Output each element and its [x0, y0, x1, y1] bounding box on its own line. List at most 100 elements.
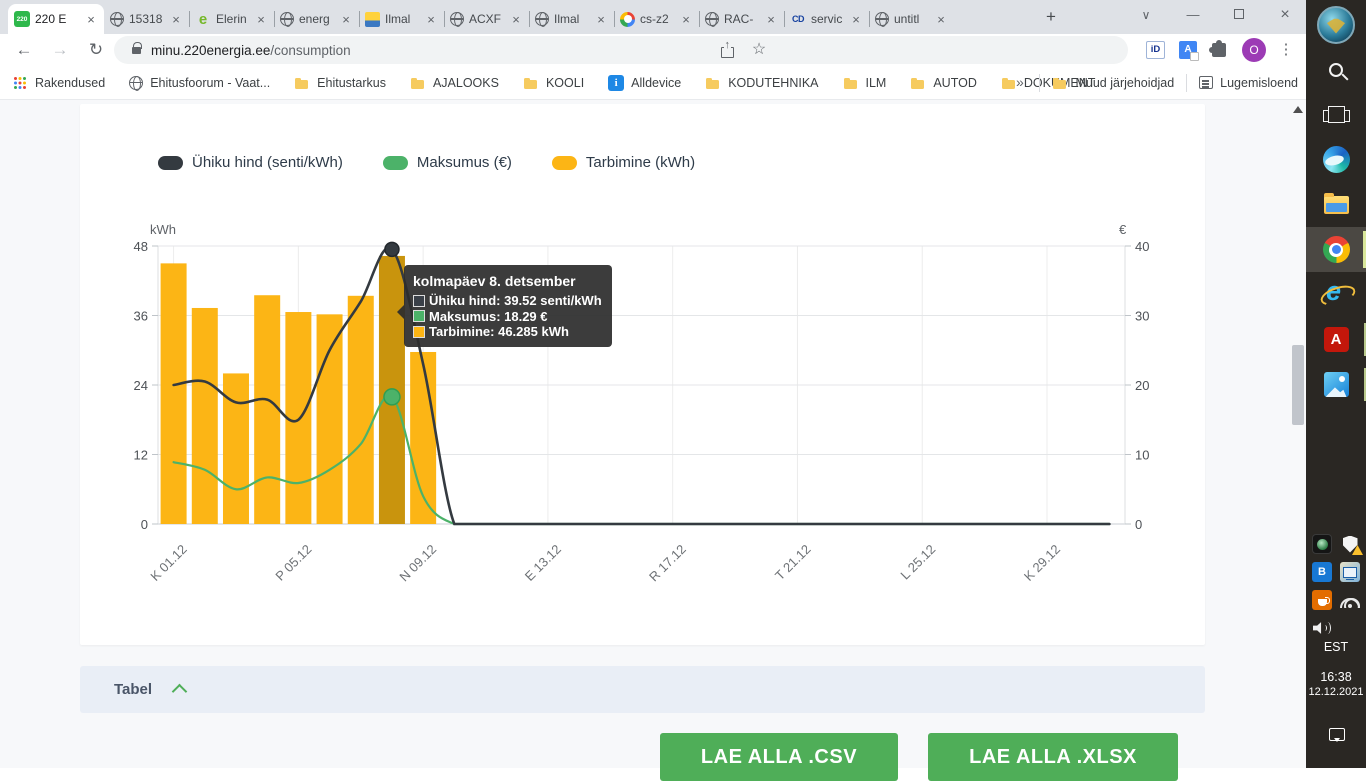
bookmark-item[interactable]: ILM	[843, 75, 887, 91]
legend-item[interactable]: Ühiku hind (senti/kWh)	[158, 154, 343, 171]
tab-search-chevron-icon[interactable]: ∨	[1132, 0, 1160, 32]
browser-tab[interactable]: CD servic ×	[784, 4, 869, 34]
tooltip-row: Tarbimine: 46.285 kWh	[413, 324, 602, 340]
defender-icon[interactable]	[1340, 534, 1360, 554]
page-scrollbar[interactable]	[1290, 100, 1306, 768]
bookmark-icon	[12, 75, 28, 91]
tooltip-rows: Ühiku hind: 39.52 senti/kWh Maksumus: 18…	[413, 293, 602, 340]
file-explorer-icon[interactable]	[1306, 182, 1366, 227]
tab-close-icon[interactable]: ×	[254, 12, 268, 27]
taskbar-search-icon[interactable]	[1306, 47, 1366, 92]
system-tray: B	[1308, 534, 1364, 638]
bookmark-label: Rakendused	[35, 76, 105, 90]
window-close-button[interactable]: ×	[1271, 0, 1299, 32]
bookmark-item[interactable]: KOOLI	[523, 75, 584, 91]
browser-tab[interactable]: 220 220 E ×	[8, 4, 104, 34]
volume-icon[interactable]	[1312, 618, 1332, 638]
window-minimize-button[interactable]: —	[1179, 0, 1207, 32]
edge-icon[interactable]	[1306, 137, 1366, 182]
browser-tab[interactable]: RAC- ×	[699, 4, 784, 34]
chrome-icon[interactable]	[1306, 227, 1366, 272]
tab-close-icon[interactable]: ×	[84, 12, 98, 27]
svg-text:48: 48	[134, 239, 148, 254]
browser-tab[interactable]: cs-z2 ×	[614, 4, 699, 34]
bookmark-item[interactable]: Ehitustarkus	[294, 75, 386, 91]
bookmark-icon	[705, 75, 721, 91]
legend-item[interactable]: Maksumus (€)	[383, 154, 512, 171]
remote-desktop-icon[interactable]	[1340, 562, 1360, 582]
folder-icon	[1052, 75, 1068, 91]
java-icon[interactable]	[1312, 590, 1332, 610]
chevron-up-icon[interactable]	[172, 684, 188, 700]
browser-tab[interactable]: Ilmal ×	[359, 4, 444, 34]
action-center-icon[interactable]	[1329, 728, 1345, 741]
back-button[interactable]: ←	[10, 36, 38, 64]
tab-close-icon[interactable]: ×	[934, 12, 948, 27]
page-content: Ühiku hind (senti/kWh) Maksumus (€) Tarb…	[0, 100, 1290, 768]
browser-tab[interactable]: Ilmal ×	[529, 4, 614, 34]
forward-button[interactable]: →	[46, 36, 74, 64]
browser-tab[interactable]: untitl ×	[869, 4, 954, 34]
bookmark-item[interactable]: i Alldevice	[608, 75, 681, 91]
browser-menu-icon[interactable]: ⋮	[1276, 38, 1296, 62]
bookmark-item[interactable]: KODUTEHNIKA	[705, 75, 818, 91]
svg-text:24: 24	[134, 378, 148, 393]
tab-close-icon[interactable]: ×	[169, 12, 183, 27]
tab-close-icon[interactable]: ×	[509, 12, 523, 27]
lock-icon[interactable]	[132, 47, 141, 54]
wifi-icon[interactable]	[1340, 595, 1360, 608]
bookmark-star-icon[interactable]: ☆	[750, 41, 768, 59]
reading-list-button[interactable]: Lugemisloend	[1199, 76, 1298, 90]
address-bar[interactable]: minu.220energia.ee /consumption ☆	[114, 36, 1128, 64]
svg-text:40: 40	[1135, 239, 1149, 254]
taskbar-clock[interactable]: 16:38 12.12.2021	[1306, 670, 1366, 698]
table-section-header[interactable]: Tabel	[80, 666, 1205, 713]
download-button[interactable]: LAE ALLA .CSV	[660, 733, 898, 781]
browser-tab[interactable]: ACXF ×	[444, 4, 529, 34]
bookmark-item[interactable]: AJALOOKS	[410, 75, 499, 91]
extensions-puzzle-icon[interactable]	[1212, 43, 1226, 57]
browser-tab[interactable]: energ ×	[274, 4, 359, 34]
bookmark-item[interactable]: Rakendused	[12, 75, 105, 91]
new-tab-button[interactable]: +	[1038, 5, 1064, 31]
scrollbar-up-arrow[interactable]	[1293, 106, 1303, 113]
download-button[interactable]: LAE ALLA .XLSX	[928, 733, 1178, 781]
tab-close-icon[interactable]: ×	[339, 12, 353, 27]
reload-button[interactable]: ↻	[82, 36, 110, 64]
translate-icon[interactable]: A	[1179, 41, 1197, 59]
legend-item[interactable]: Tarbimine (kWh)	[552, 154, 695, 171]
tab-close-icon[interactable]: ×	[849, 12, 863, 27]
download-button-label: LAE ALLA .XLSX	[969, 746, 1137, 769]
language-indicator[interactable]: EST	[1306, 640, 1366, 654]
chart-area[interactable]: 012243648010203040K 01.12P 05.12N 09.12E…	[80, 222, 1205, 612]
svg-text:R 17.12: R 17.12	[646, 542, 689, 585]
consumption-chart[interactable]: 012243648010203040K 01.12P 05.12N 09.12E…	[80, 222, 1205, 612]
browser-tab[interactable]: 15318 ×	[104, 4, 189, 34]
tab-close-icon[interactable]: ×	[679, 12, 693, 27]
bluetooth-icon[interactable]: B	[1312, 562, 1332, 582]
tab-close-icon[interactable]: ×	[424, 12, 438, 27]
tab-close-icon[interactable]: ×	[764, 12, 778, 27]
id-extension-icon[interactable]: iD	[1146, 41, 1165, 59]
internet-explorer-icon[interactable]	[1306, 272, 1366, 317]
start-button[interactable]	[1306, 2, 1366, 47]
browser-tab[interactable]: e Elerin ×	[189, 4, 274, 34]
webcam-icon[interactable]	[1312, 534, 1332, 554]
scrollbar-thumb[interactable]	[1292, 345, 1304, 425]
tooltip-swatch	[413, 326, 425, 338]
bookmark-item[interactable]: Ehitusfoorum - Vaat...	[129, 76, 270, 90]
bookmark-label: AJALOOKS	[433, 76, 499, 90]
tab-close-icon[interactable]: ×	[594, 12, 608, 27]
task-view-icon[interactable]	[1306, 92, 1366, 137]
profile-avatar[interactable]: O	[1242, 38, 1266, 62]
acrobat-icon[interactable]: A	[1306, 317, 1366, 362]
other-bookmarks-label: Muud järjehoidjad	[1075, 76, 1174, 90]
share-icon[interactable]	[718, 41, 736, 59]
photos-icon[interactable]	[1306, 362, 1366, 407]
bookmark-item[interactable]: AUTOD	[910, 75, 977, 91]
tab-favicon	[365, 12, 380, 27]
window-maximize-button[interactable]	[1225, 0, 1253, 32]
other-bookmarks-button[interactable]: Muud järjehoidjad	[1052, 75, 1174, 91]
tab-favicon	[280, 12, 294, 26]
bookmarks-overflow-chevron[interactable]: »	[1016, 66, 1024, 99]
